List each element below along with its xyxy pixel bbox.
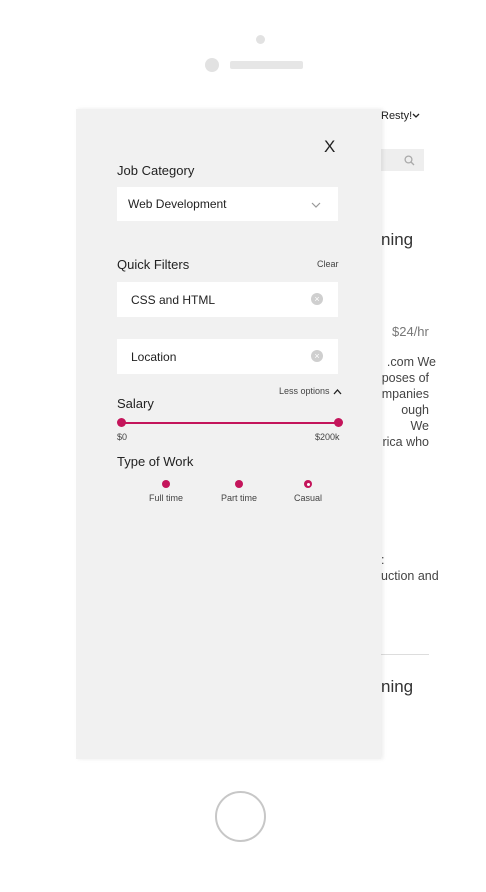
salary-max-handle[interactable] (334, 418, 343, 427)
chevron-down-icon[interactable] (412, 113, 420, 119)
search-bar[interactable] (380, 149, 424, 171)
job-category-label: Job Category (117, 163, 195, 178)
proximity-sensor (205, 58, 219, 72)
salary-min-label: $0 (117, 432, 128, 442)
part-time-option[interactable] (235, 480, 243, 488)
part-time-label: Part time (220, 493, 257, 503)
clear-button[interactable]: Clear (317, 259, 339, 269)
full-time-option[interactable] (162, 480, 170, 488)
salary-slider-track[interactable] (121, 422, 338, 424)
home-button[interactable] (215, 791, 266, 842)
user-menu-label[interactable]: Resty! (381, 110, 412, 122)
job-title-fragment[interactable]: ning (381, 677, 413, 697)
job-category-select[interactable]: Web Development (117, 187, 338, 221)
clear-field-icon[interactable]: × (311, 350, 323, 362)
desc-line: mpanies (381, 387, 429, 401)
desc-line: poses of (381, 371, 429, 385)
desc-line: .com We (386, 355, 436, 369)
keyword-value: CSS and HTML (131, 293, 216, 307)
job-rate: $24/hr (392, 324, 429, 339)
chevron-up-icon[interactable] (333, 389, 342, 395)
job-description: .com We poses of mpanies ough We rica wh… (381, 354, 436, 450)
divider (381, 654, 429, 655)
desc-line: rica who (382, 435, 429, 449)
quick-filters-label: Quick Filters (117, 257, 190, 272)
chevron-down-icon (311, 202, 321, 208)
type-of-work-label: Type of Work (117, 454, 194, 469)
casual-label: Casual (293, 493, 322, 503)
search-icon (404, 155, 415, 166)
keyword-field[interactable]: CSS and HTML × (117, 282, 338, 317)
close-button[interactable]: X (324, 137, 335, 157)
job-title-fragment[interactable]: ning (381, 230, 413, 250)
location-placeholder: Location (131, 350, 177, 364)
less-options-button[interactable]: Less options (279, 386, 330, 396)
location-field[interactable]: Location × (117, 339, 338, 374)
casual-option[interactable] (304, 480, 312, 488)
earpiece-speaker (230, 61, 303, 69)
desc2-line: uction and (381, 569, 439, 583)
salary-max-label: $200k (315, 432, 340, 442)
front-camera (256, 35, 265, 44)
salary-label: Salary (117, 396, 154, 411)
full-time-label: Full time (148, 493, 183, 503)
desc2-line: : (381, 553, 385, 567)
desc-line: ough We (401, 403, 429, 433)
clear-field-icon[interactable]: × (311, 293, 323, 305)
job-category-value: Web Development (128, 197, 227, 211)
salary-min-handle[interactable] (117, 418, 126, 427)
